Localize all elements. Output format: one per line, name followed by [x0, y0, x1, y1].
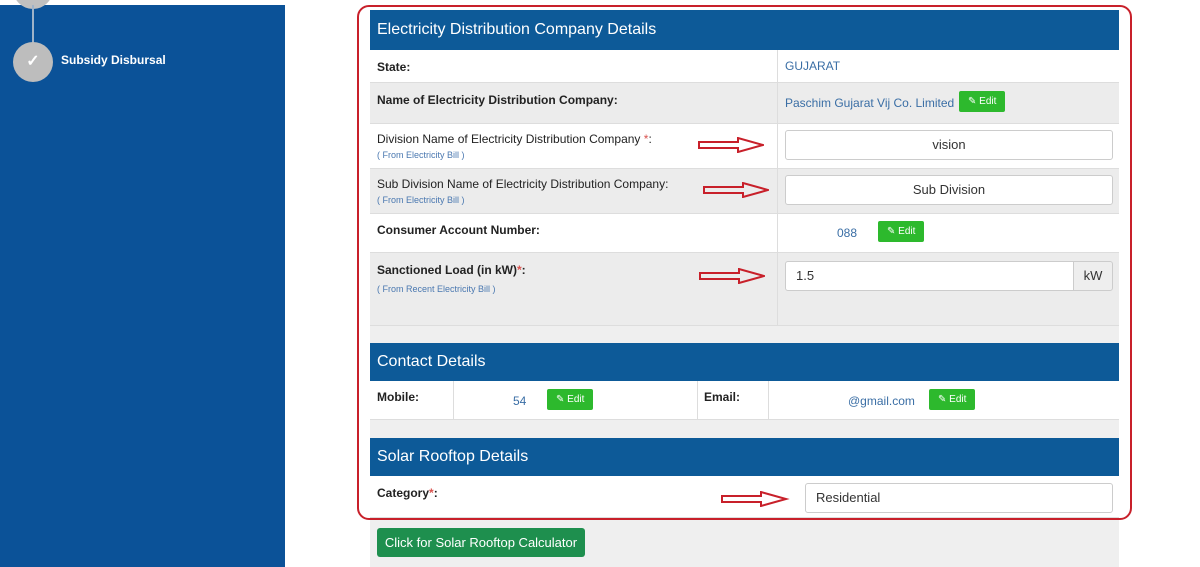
- category-label: Category*:: [377, 486, 438, 500]
- edit-mobile-button[interactable]: ✎ Edit: [547, 389, 594, 410]
- annotation-arrow-icon: [703, 182, 769, 198]
- sidebar: ✓ Subsidy Disbursal: [0, 0, 285, 567]
- load-input[interactable]: 1.5: [785, 261, 1074, 291]
- contact-row: Mobile: 54 ✎ Edit Email: @gmail.com ✎ Ed…: [370, 381, 1119, 420]
- edit-company-button[interactable]: ✎ Edit: [959, 91, 1006, 112]
- mobile-label: Mobile:: [377, 390, 419, 404]
- email-value: @gmail.com: [848, 394, 915, 408]
- state-value: GUJARAT: [785, 59, 841, 73]
- form-panel: Electricity Distribution Company Details…: [370, 10, 1119, 567]
- solar-calculator-button[interactable]: Click for Solar Rooftop Calculator: [377, 528, 585, 557]
- division-input[interactable]: vision: [785, 130, 1113, 160]
- division-label: Division Name of Electricity Distributio…: [377, 132, 652, 146]
- consumer-row: Consumer Account Number: 088 ✎ Edit: [370, 214, 1119, 253]
- subdivision-label: Sub Division Name of Electricity Distrib…: [377, 177, 669, 191]
- company-row: Name of Electricity Distribution Company…: [370, 83, 1119, 124]
- edit-email-button[interactable]: ✎ Edit: [929, 389, 976, 410]
- contact-section-title: Contact Details: [370, 343, 1119, 381]
- step-subsidy-disbursal[interactable]: Subsidy Disbursal: [61, 53, 166, 67]
- check-icon: ✓: [13, 42, 53, 82]
- state-row: State: GUJARAT: [370, 50, 1119, 83]
- annotation-arrow-icon: [698, 137, 764, 153]
- load-row: Sanctioned Load (in kW)*: ( From Recent …: [370, 253, 1119, 326]
- load-note: ( From Recent Electricity Bill ): [377, 284, 496, 294]
- solar-section-title: Solar Rooftop Details: [370, 438, 1119, 476]
- mobile-value: 54: [513, 394, 527, 408]
- email-label: Email:: [704, 390, 741, 404]
- electricity-section-title: Electricity Distribution Company Details: [370, 10, 1119, 50]
- company-label: Name of Electricity Distribution Company…: [377, 93, 618, 107]
- category-select[interactable]: Residential: [805, 483, 1113, 513]
- state-label: State:: [377, 60, 411, 74]
- edit-consumer-button[interactable]: ✎ Edit: [878, 221, 925, 242]
- load-label: Sanctioned Load (in kW)*:: [377, 263, 526, 277]
- subdivision-note: ( From Electricity Bill ): [377, 195, 465, 205]
- company-value: Paschim Gujarat Vij Co. Limited: [785, 96, 955, 110]
- load-unit: kW: [1073, 261, 1113, 291]
- step-connector: [32, 5, 34, 47]
- subdivision-input[interactable]: Sub Division: [785, 175, 1113, 205]
- consumer-label: Consumer Account Number:: [377, 223, 540, 237]
- division-note: ( From Electricity Bill ): [377, 150, 465, 160]
- annotation-arrow-icon: [699, 268, 765, 284]
- consumer-value: 088: [837, 226, 858, 240]
- annotation-arrow-icon: [721, 491, 790, 507]
